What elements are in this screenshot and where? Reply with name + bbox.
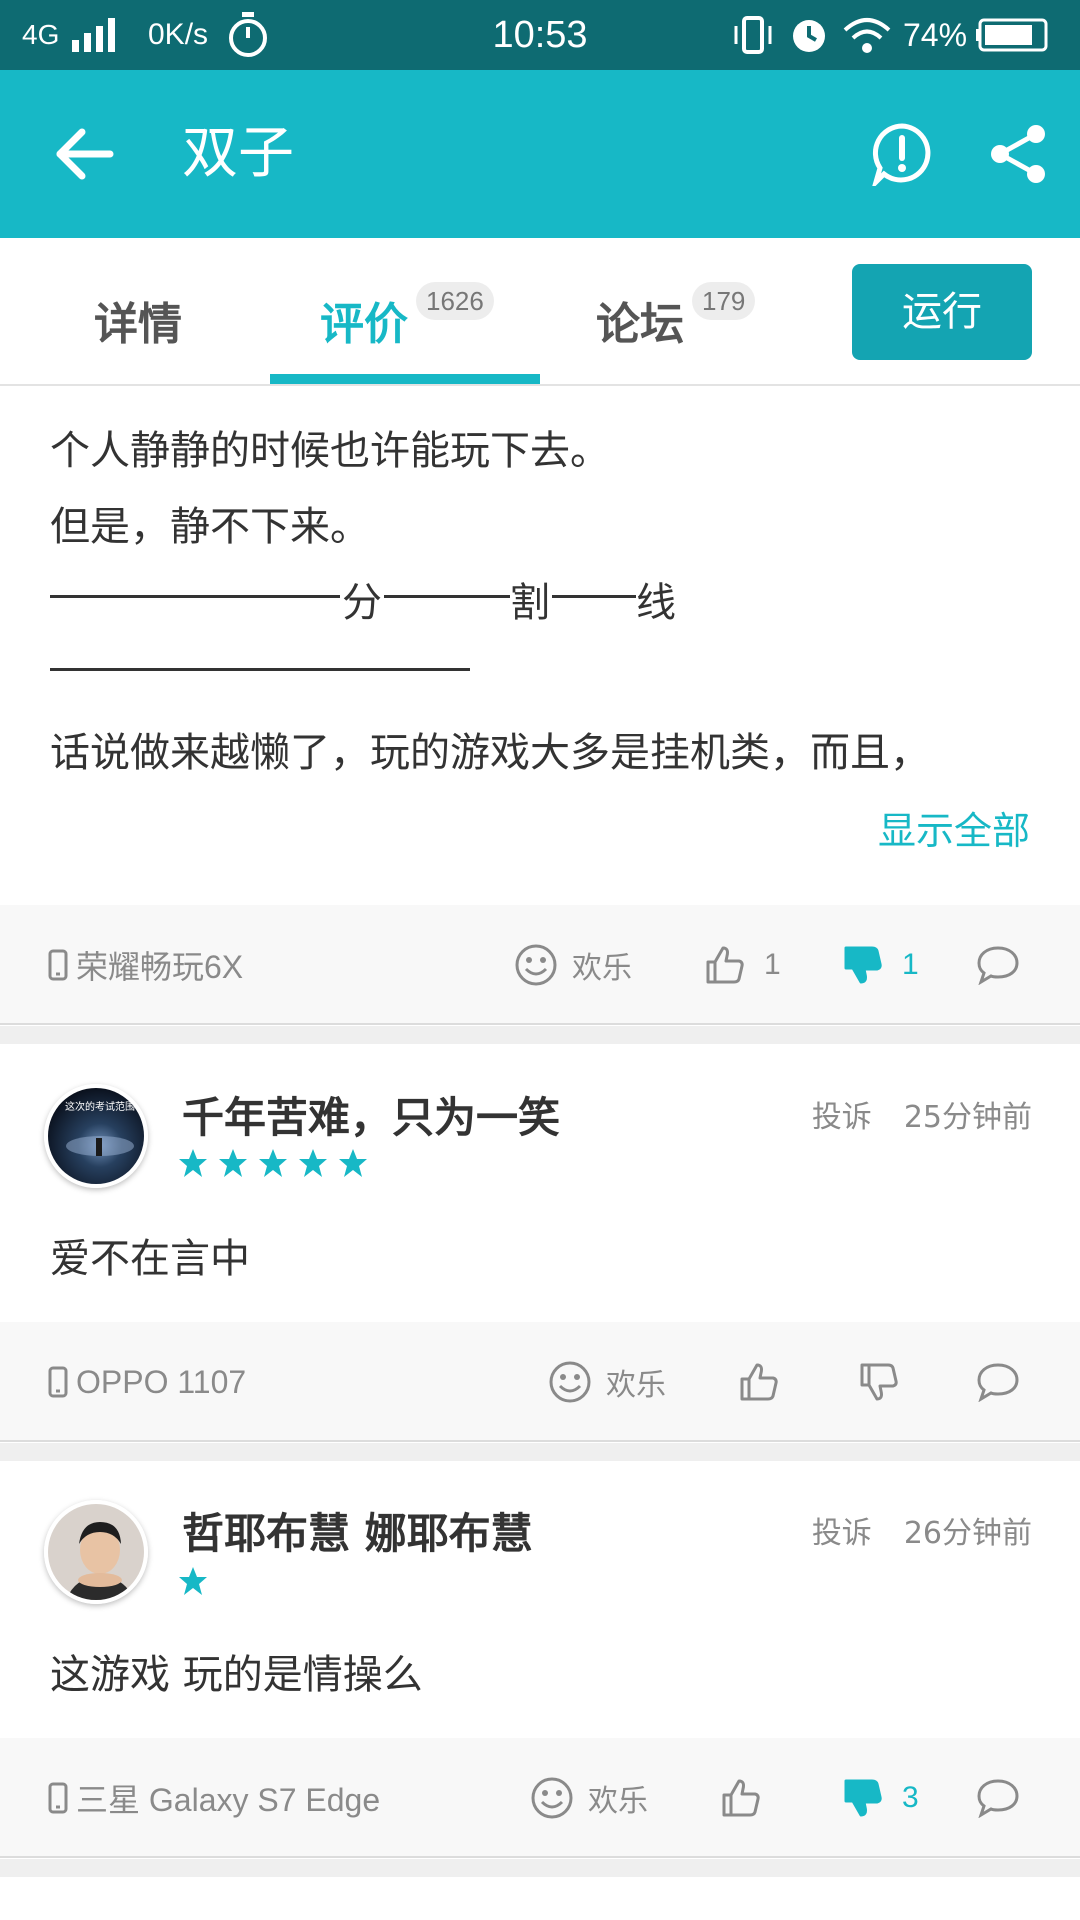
avatar[interactable] [44, 1500, 148, 1604]
battery-percent: 74% [903, 17, 968, 53]
rating-stars [178, 1566, 208, 1596]
star-icon [179, 1149, 207, 1177]
star-icon [339, 1149, 367, 1177]
review-action-bar: 三星 Galaxy S7 Edge 欢乐 3 [0, 1738, 1080, 1858]
section-gap [0, 1026, 1080, 1044]
device-name: 荣耀畅玩6X [76, 949, 244, 985]
rating-stars [178, 1148, 368, 1178]
dislike-count: 1 [902, 948, 919, 981]
show-all-link[interactable]: 显示全部 [878, 800, 1030, 855]
review-meta: 投诉 25分钟前 [812, 1092, 1032, 1136]
tab-reviews-count: 1626 [416, 282, 494, 320]
review-text-line: 话说做来越懒了，玩的游戏大多是挂机类，而且， [50, 730, 930, 776]
review-meta: 投诉 26分钟前 [812, 1508, 1032, 1552]
dislike-button[interactable]: 3 [842, 1738, 919, 1858]
device-name: OPPO 1107 [76, 1363, 247, 1400]
review-time: 25分钟前 [903, 1100, 1032, 1135]
thumbs-down-icon [844, 946, 882, 984]
battery-icon [976, 18, 1048, 52]
page-title: 双子 [182, 121, 294, 186]
device-info: 荣耀畅玩6X [48, 905, 243, 1025]
avatar-image [48, 1504, 144, 1600]
device-info: OPPO 1107 [48, 1322, 246, 1442]
mood-tag[interactable]: 欢乐 [514, 905, 632, 1025]
dislike-count: 3 [902, 1781, 919, 1814]
wifi-icon [843, 18, 891, 53]
avatar-image: 这次的考试范围 [48, 1088, 144, 1184]
avatar[interactable]: 这次的考试范围 [44, 1084, 148, 1188]
report-link[interactable]: 投诉 [812, 1508, 872, 1552]
device-info: 三星 Galaxy S7 Edge [48, 1738, 380, 1858]
like-button[interactable]: 1 [704, 905, 781, 1025]
text-dash [552, 595, 636, 598]
section-gap [0, 1443, 1080, 1461]
report-icon[interactable] [870, 122, 934, 186]
username[interactable]: 千年苦难，只为一笑 [182, 1084, 560, 1145]
thumbs-up-icon [722, 1779, 760, 1817]
review-body: 这游戏 玩的是情操么 [50, 1652, 423, 1698]
review-text-line: 割 [510, 580, 550, 626]
comment-icon[interactable] [976, 1778, 1020, 1818]
section-gap [0, 1859, 1080, 1877]
review-action-bar: 荣耀畅玩6X 欢乐 1 1 [0, 905, 1080, 1025]
smiley-icon [549, 1361, 591, 1403]
tab-bar: 详情 评价 1626 论坛 179 运行 [0, 238, 1080, 386]
tab-details-label: 详情 [94, 299, 182, 350]
tab-forum-count: 179 [692, 282, 756, 320]
smiley-icon [531, 1777, 573, 1819]
mood-label: 欢乐 [588, 1784, 648, 1819]
mood-tag[interactable]: 欢乐 [548, 1322, 666, 1442]
thumbs-down-icon [844, 1779, 882, 1817]
text-dash [50, 595, 340, 598]
text-dash [384, 595, 510, 598]
like-count: 1 [764, 948, 781, 981]
like-button[interactable] [738, 1322, 798, 1442]
device-name: 三星 Galaxy S7 Edge [76, 1782, 381, 1818]
mood-label: 欢乐 [606, 1368, 666, 1403]
star-icon [259, 1149, 287, 1177]
active-tab-indicator [270, 374, 540, 384]
comment-icon[interactable] [976, 945, 1020, 985]
share-icon[interactable] [986, 122, 1050, 186]
thumbs-up-icon [706, 946, 744, 984]
tab-reviews[interactable]: 评价 1626 [270, 238, 540, 384]
star-icon [299, 1149, 327, 1177]
tab-reviews-label: 评价 [320, 299, 408, 350]
review-time: 26分钟前 [903, 1516, 1032, 1551]
review-text-line: 分 [342, 580, 382, 626]
tab-forum[interactable]: 论坛 179 [596, 238, 766, 384]
alarm-icon [793, 20, 825, 52]
thumbs-down-icon [860, 1363, 898, 1401]
dislike-button[interactable] [858, 1322, 918, 1442]
app-bar: 双子 [0, 70, 1080, 238]
review-text-line: 但是，静不下来。 [50, 504, 370, 550]
avatar-caption: 这次的考试范围 [65, 1100, 135, 1113]
report-link[interactable]: 投诉 [812, 1092, 872, 1136]
phone-icon [48, 1782, 68, 1814]
review-action-bar: OPPO 1107 欢乐 [0, 1322, 1080, 1442]
smiley-icon [515, 944, 557, 986]
run-button[interactable]: 运行 [852, 264, 1032, 360]
mood-label: 欢乐 [572, 951, 632, 986]
tab-forum-label: 论坛 [596, 299, 684, 350]
review-text-line: 线 [636, 580, 676, 626]
like-button[interactable] [720, 1738, 780, 1858]
comment-icon[interactable] [976, 1362, 1020, 1402]
thumbs-up-icon [740, 1363, 778, 1401]
username[interactable]: 哲耶布慧 娜耶布慧 [182, 1500, 533, 1561]
text-separator-line [50, 668, 470, 671]
phone-icon [48, 1366, 68, 1398]
status-bar: 4G 0K/s 10:53 74% [0, 0, 1080, 70]
review-body: 爱不在言中 [50, 1236, 250, 1282]
tab-details[interactable]: 详情 [94, 238, 234, 384]
mood-tag[interactable]: 欢乐 [530, 1738, 648, 1858]
back-arrow-icon[interactable] [50, 118, 122, 190]
star-icon [219, 1149, 247, 1177]
dislike-button[interactable]: 1 [842, 905, 919, 1025]
vibrate-icon [734, 16, 772, 54]
phone-icon [48, 949, 68, 981]
review-text-line: 个人静静的时候也许能玩下去。 [50, 428, 610, 474]
star-icon [179, 1567, 207, 1595]
